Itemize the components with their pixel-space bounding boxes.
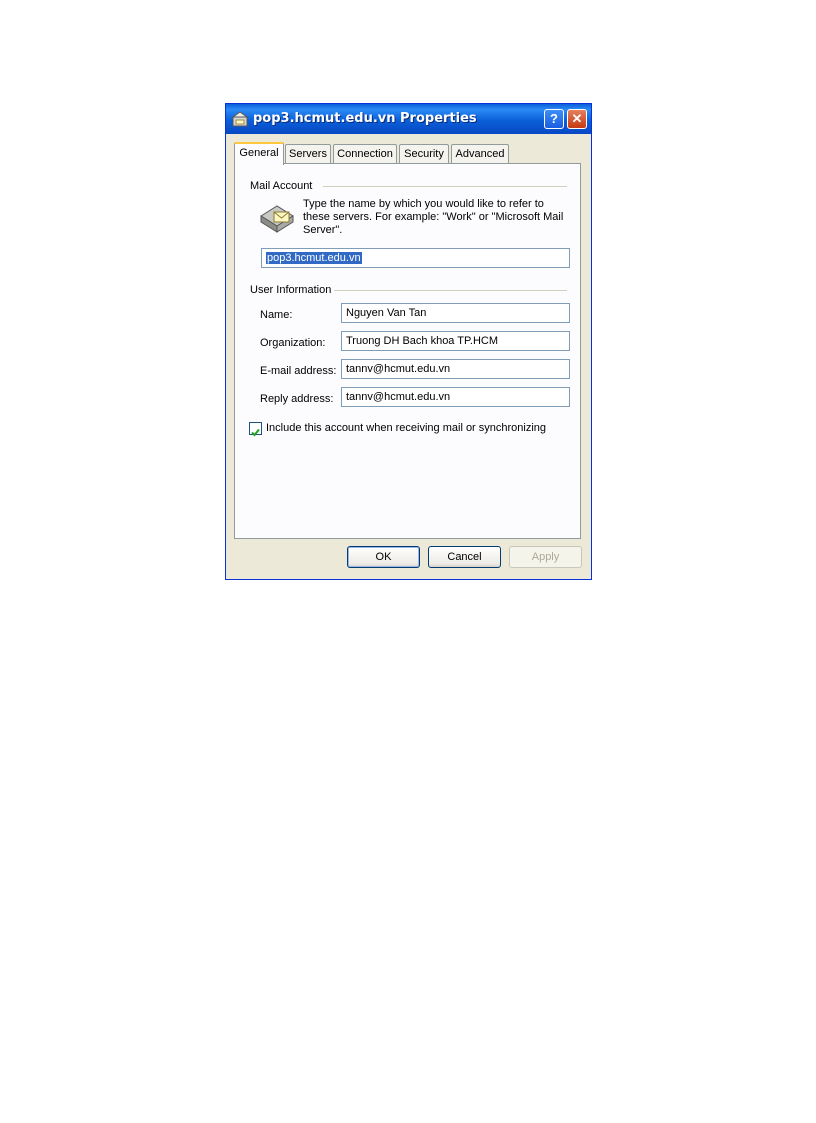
tab-advanced[interactable]: Advanced	[451, 144, 509, 164]
properties-dialog: pop3.hcmut.edu.vn Properties ? ✕ General…	[225, 103, 592, 580]
account-name-selection: pop3.hcmut.edu.vn	[266, 252, 362, 264]
tab-connection[interactable]: Connection	[333, 144, 397, 164]
account-name-field[interactable]: pop3.hcmut.edu.vn	[261, 248, 570, 268]
name-field[interactable]: Nguyen Van Tan	[341, 303, 570, 323]
tab-general[interactable]: General	[234, 142, 284, 165]
user-information-divider	[334, 290, 567, 291]
cancel-button[interactable]: Cancel	[428, 546, 501, 568]
title-bar[interactable]: pop3.hcmut.edu.vn Properties ? ✕	[226, 104, 591, 134]
reply-address-field[interactable]: tannv@hcmut.edu.vn	[341, 387, 570, 407]
mail-account-icon	[260, 205, 294, 233]
user-information-heading: User Information	[250, 284, 332, 296]
mail-account-heading: Mail Account	[250, 180, 313, 192]
apply-button[interactable]: Apply	[509, 546, 582, 568]
help-button[interactable]: ?	[544, 109, 564, 129]
include-account-label[interactable]: Include this account when receiving mail…	[266, 422, 546, 434]
email-label: E-mail address:	[260, 365, 337, 377]
mail-server-icon	[231, 111, 249, 127]
mail-account-divider	[323, 186, 567, 187]
organization-label: Organization:	[260, 337, 326, 349]
ok-button[interactable]: OK	[347, 546, 420, 568]
reply-address-label: Reply address:	[260, 393, 334, 405]
window-title: pop3.hcmut.edu.vn Properties	[253, 111, 477, 126]
tab-security[interactable]: Security	[399, 144, 449, 164]
tab-servers[interactable]: Servers	[285, 144, 331, 164]
general-panel: Mail Account Type the name by which you …	[234, 163, 581, 539]
name-label: Name:	[260, 309, 293, 321]
organization-field[interactable]: Truong DH Bach khoa TP.HCM	[341, 331, 570, 351]
close-button[interactable]: ✕	[567, 109, 587, 129]
mail-account-description: Type the name by which you would like to…	[303, 198, 564, 236]
include-account-checkbox[interactable]	[249, 422, 262, 437]
email-field[interactable]: tannv@hcmut.edu.vn	[341, 359, 570, 379]
checkmark-icon	[251, 428, 260, 437]
